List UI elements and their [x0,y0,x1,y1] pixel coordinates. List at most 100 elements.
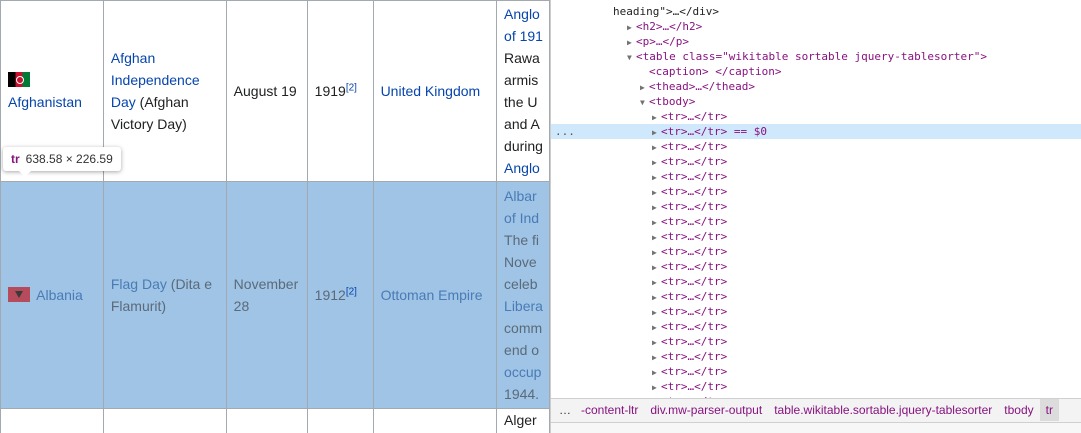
desc-line: The fi [504,232,540,248]
dom-line-tr[interactable]: ▶<tr>…</tr> [551,304,1081,319]
expand-triangle-icon[interactable]: ▶ [652,170,661,185]
more-options-icon[interactable]: ... [555,124,575,139]
expand-triangle-icon[interactable]: ▶ [652,200,661,215]
holiday-link[interactable]: Flag Day [111,276,167,292]
breadcrumb-item[interactable]: table.wikitable.sortable.jquery-tablesor… [768,399,998,421]
dom-line-tr[interactable]: ▶<tr>…</tr> [551,184,1081,199]
dom-line[interactable]: ▶ <p>…</p> [551,34,1081,49]
element-size-tooltip: tr 638.58 × 226.59 [3,147,121,177]
table-row-highlighted: Albania Flag Day (Dita e Flamurit) Novem… [0,181,550,409]
date-cell: August 19 [225,0,308,182]
dom-line-tbody[interactable]: ▼ <tbody> [551,94,1081,109]
dom-line-tr[interactable]: ▶<tr>…</tr> [551,229,1081,244]
expand-triangle-icon[interactable]: ▶ [652,380,661,395]
dom-line[interactable]: ▶ <h2>…</h2> [551,19,1081,34]
breadcrumb-item-current[interactable]: tr [1039,399,1059,421]
dom-line-tr[interactable]: ▶<tr>…</tr> [551,334,1081,349]
collapse-triangle-icon[interactable]: ▼ [627,50,636,65]
expand-triangle-icon[interactable]: ▶ [652,230,661,245]
expand-triangle-icon[interactable]: ▶ [652,125,661,140]
desc-line: Nove [504,254,537,270]
albania-flag-icon [8,287,30,302]
expand-triangle-icon[interactable]: ▶ [652,215,661,230]
desc-line[interactable]: Anglo [504,6,540,22]
country-link[interactable]: Afghanistan [8,94,82,110]
country-cell: Albania [0,181,104,409]
year-cell: 1919[2] [306,0,374,182]
from-cell: Ottoman Empire [372,181,498,409]
year-cell: 1912[2] [306,181,374,409]
tooltip-size: 638.58 × 226.59 [25,152,113,166]
expand-triangle-icon[interactable]: ▶ [652,350,661,365]
dom-line-tr[interactable]: ▶<tr>…</tr> [551,244,1081,259]
dom-line-tr[interactable]: ▶<tr>…</tr> [551,349,1081,364]
dom-line[interactable]: ▶ <thead>…</thead> [551,79,1081,94]
dom-tree: heading">…</div> ▶ <h2>…</h2> ▶ <p>…</p> ▼… [551,0,1081,398]
expand-triangle-icon[interactable]: ▶ [652,155,661,170]
breadcrumb-item[interactable]: -content-ltr [575,399,644,421]
expand-triangle-icon[interactable]: ▶ [627,35,636,50]
breadcrumb-overflow[interactable]: … [551,399,575,421]
expand-triangle-icon[interactable]: ▶ [627,20,636,35]
desc-line[interactable]: of 191 [504,28,543,44]
reference-link[interactable]: [2] [346,286,357,297]
reference-link[interactable]: [2] [346,82,357,93]
holiday-cell: Afghan Independence Day (Afghan Victory … [102,0,227,182]
desc-line: end o [504,342,540,358]
expand-triangle-icon[interactable]: ▶ [652,185,661,200]
tooltip-tag: tr [11,152,20,166]
country-link[interactable]: Albania [36,287,83,303]
dom-line-tr[interactable]: ▶<tr>…</tr> [551,109,1081,124]
desc-line: 1944. [504,386,540,402]
devtools-tabbar [551,422,1081,433]
devtools-panel: heading">…</div> ▶ <h2>…</h2> ▶ <p>…</p> ▼… [550,0,1081,433]
expand-triangle-icon[interactable]: ▶ [652,245,661,260]
expand-triangle-icon[interactable]: ▶ [652,110,661,125]
dom-line-tr-selected[interactable]: ... ▶ <tr>…</tr> == $0 [551,124,1081,139]
expand-triangle-icon[interactable]: ▶ [652,305,661,320]
expand-triangle-icon[interactable]: ▶ [640,80,649,95]
desc-line: celeb [504,276,538,292]
dom-line-tr[interactable]: ▶<tr>…</tr> [551,289,1081,304]
dom-line-tr[interactable]: ▶<tr>…</tr> [551,274,1081,289]
dom-line-tr[interactable]: ▶<tr>…</tr> [551,364,1081,379]
date-cell: November 28 [225,181,308,409]
expand-triangle-icon[interactable]: ▶ [652,290,661,305]
desc-line: Rawa [504,50,540,66]
expand-triangle-icon[interactable]: ▶ [652,335,661,350]
from-cell: United Kingdom [372,0,498,182]
dom-line-tr[interactable]: ▶<tr>…</tr> [551,319,1081,334]
collapse-triangle-icon[interactable]: ▼ [640,95,649,110]
dom-line-tr[interactable]: ▶<tr>…</tr> [551,214,1081,229]
dom-line-tr[interactable]: ▶<tr>…</tr> [551,259,1081,274]
dom-line[interactable]: <caption> </caption> [551,64,1081,79]
expand-triangle-icon[interactable]: ▶ [652,140,661,155]
table-row: Alger [0,408,550,433]
dom-line-tr[interactable]: ▶<tr>…</tr> [551,169,1081,184]
desc-line: comm [504,320,543,336]
expand-triangle-icon[interactable]: ▶ [652,365,661,380]
dom-line-tr[interactable]: ▶<tr>…</tr> [551,379,1081,394]
expand-triangle-icon[interactable]: ▶ [652,275,661,290]
desc-line[interactable]: occup [504,364,541,380]
breadcrumb-item[interactable]: div.mw-parser-output [644,399,768,421]
dom-line-table[interactable]: ▼ <table class="wikitable sortable jquery… [551,49,1081,64]
afghanistan-flag-icon [8,72,30,87]
breadcrumb-item[interactable]: tbody [998,399,1039,421]
from-link[interactable]: United Kingdom [381,83,481,99]
dom-line-tr[interactable]: ▶<tr>…</tr> [551,199,1081,214]
expand-triangle-icon[interactable]: ▶ [652,320,661,335]
desc-line[interactable]: of Ind [504,210,539,226]
from-link[interactable]: Ottoman Empire [381,287,483,303]
desc-line: armis [504,72,539,88]
dom-line-tr[interactable]: ▶<tr>…</tr> [551,139,1081,154]
dom-line[interactable]: heading">…</div> [551,4,1081,19]
wikipedia-page: Afghanistan Afghan Independence Day (Afg… [0,0,550,433]
expand-triangle-icon[interactable]: ▶ [652,260,661,275]
dom-line-tr[interactable]: ▶<tr>…</tr> [551,154,1081,169]
desc-line[interactable]: Anglo [504,160,540,176]
desc-line[interactable]: Libera [504,298,543,314]
description-cell: Alger [496,408,550,433]
desc-line[interactable]: Albar [504,188,537,204]
description-cell: Albar of Ind The fi Nove celeb Libera co… [496,181,550,409]
